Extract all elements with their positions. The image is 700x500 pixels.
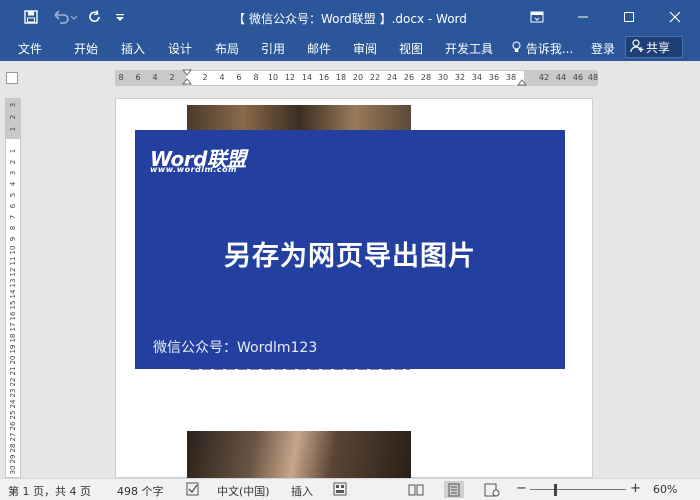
proofing-icon[interactable] (186, 482, 200, 499)
ruler-tick: 30 (437, 73, 449, 82)
language-indicator[interactable]: 中文(中国) (217, 483, 270, 499)
vertical-ruler[interactable]: 3 2 1 1 2 3 4 5 6 7 8 9 10 11 12 13 14 1… (5, 98, 21, 478)
tab-design[interactable]: 设计 (168, 40, 192, 57)
ruler-tick: 2 (202, 73, 208, 82)
read-mode-icon[interactable] (406, 481, 426, 498)
ruler-tick: 32 (454, 73, 466, 82)
ruler-tick: 2 (169, 73, 175, 82)
tell-me-search[interactable]: 告诉我... (512, 40, 573, 57)
zoom-in-button[interactable]: + (630, 481, 641, 496)
person-icon (630, 38, 646, 56)
tab-selector[interactable] (6, 72, 18, 84)
status-bar: 第 1 页，共 4 页 498 个字 中文(中国) 插入 − + 60% (0, 478, 700, 500)
tab-file[interactable]: 文件 (18, 40, 42, 57)
tab-mailings[interactable]: 邮件 (307, 40, 331, 57)
ruler-tick: 44 (555, 73, 567, 82)
tab-home[interactable]: 开始 (74, 40, 98, 57)
close-icon[interactable] (662, 8, 688, 26)
banner-headline: 另存为网页导出图片 (224, 241, 476, 272)
wordlm-url: www.wordlm.com (150, 165, 237, 174)
page-count[interactable]: 第 1 页，共 4 页 (8, 483, 91, 499)
indent-marker-icon[interactable] (182, 69, 192, 87)
ruler-tick: 6 (135, 73, 141, 82)
tab-review[interactable]: 审阅 (353, 40, 377, 57)
ruler-tick: 16 (318, 73, 330, 82)
tab-insert[interactable]: 插入 (121, 40, 145, 57)
maximize-icon[interactable] (616, 8, 642, 26)
lightbulb-icon (512, 41, 522, 56)
tab-references[interactable]: 引用 (261, 40, 285, 57)
document-image-top[interactable] (187, 105, 411, 131)
ruler-tick: 28 (420, 73, 432, 82)
ruler-tick: 8 (253, 73, 259, 82)
ruler-tick: 22 (369, 73, 381, 82)
ruler-tick: 18 (335, 73, 347, 82)
login-button[interactable]: 登录 (591, 40, 615, 57)
ruler-tick: 14 (301, 73, 313, 82)
share-label: 共享 (646, 40, 671, 55)
tab-developer[interactable]: 开发工具 (445, 40, 493, 57)
ribbon-display-icon[interactable] (524, 8, 550, 26)
zoom-slider-thumb[interactable] (554, 484, 557, 496)
document-image-bottom[interactable] (187, 431, 411, 478)
zoom-slider[interactable] (530, 489, 626, 490)
tell-me-label: 告诉我... (525, 42, 574, 56)
zoom-level[interactable]: 60% (653, 483, 677, 496)
ruler-tick: 20 (352, 73, 364, 82)
ribbon-tabs: 文件 开始 插入 设计 布局 引用 邮件 审阅 视图 开发工具 告诉我... 登… (0, 34, 700, 61)
ruler-tick: 4 (219, 73, 225, 82)
ruler-tick: 10 (267, 73, 279, 82)
minimize-icon[interactable] (570, 8, 596, 26)
title-bar: 【 微信公众号：Word联盟 】.docx - Word (0, 0, 700, 34)
ruler-tick: 26 (403, 73, 415, 82)
title-banner: Word联盟 www.wordlm.com 另存为网页导出图片 微信公众号：Wo… (135, 130, 565, 369)
zoom-out-button[interactable]: − (516, 481, 527, 496)
word-count[interactable]: 498 个字 (117, 483, 164, 499)
macro-record-icon[interactable] (333, 482, 347, 499)
ruler-tick: 8 (118, 73, 124, 82)
wechat-account: 微信公众号：Wordlm123 (153, 340, 318, 356)
share-button[interactable]: 共享 (625, 36, 683, 58)
ruler-tick: 42 (538, 73, 550, 82)
ruler-tick: 6 (236, 73, 242, 82)
web-layout-icon[interactable] (482, 481, 502, 498)
tab-view[interactable]: 视图 (399, 40, 423, 57)
print-layout-icon[interactable] (444, 481, 464, 498)
ruler-tick: 46 (572, 73, 584, 82)
ruler-tick: 38 (505, 73, 517, 82)
tab-layout[interactable]: 布局 (215, 40, 239, 57)
ruler-vtick: 1 (9, 126, 17, 132)
ruler-margin-left (116, 71, 186, 85)
ruler-tick: 12 (284, 73, 296, 82)
ruler-tick: 34 (471, 73, 483, 82)
ruler-vtick: 30 (9, 465, 17, 475)
ruler-tick: 4 (152, 73, 158, 82)
ruler-tick: 36 (488, 73, 500, 82)
right-indent-marker-icon[interactable] (517, 79, 527, 87)
ruler-tick: 48 (587, 73, 599, 82)
insert-mode[interactable]: 插入 (291, 483, 313, 499)
horizontal-ruler[interactable]: 8 6 4 2 2 4 6 8 10 12 14 16 18 20 22 24 … (115, 69, 599, 87)
ruler-tick: 24 (386, 73, 398, 82)
